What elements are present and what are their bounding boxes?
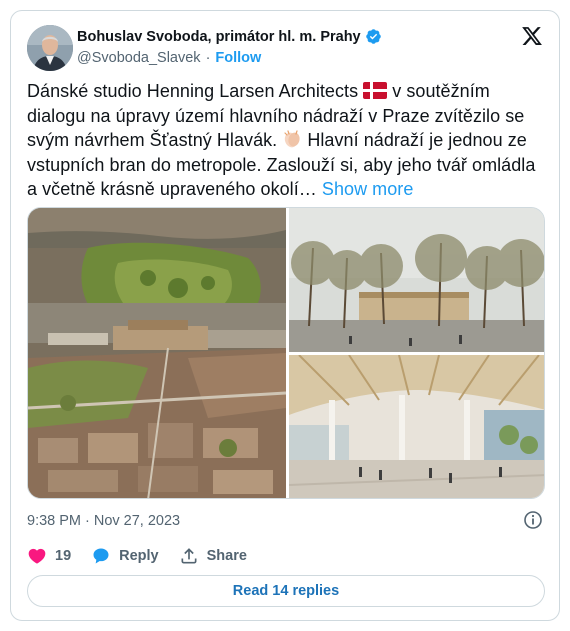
follow-button[interactable]: Follow [215, 50, 261, 66]
verified-badge-icon [365, 28, 382, 45]
author-info: Bohuslav Svoboda, primátor hl. m. Prahy … [77, 28, 382, 66]
station-plaza-image[interactable] [289, 208, 544, 352]
reply-button[interactable]: Reply [91, 546, 159, 566]
tweet-text-part: Dánské studio Henning Larsen Architects [27, 81, 364, 101]
tweet-timestamp[interactable]: 9:38 PM · Nov 27, 2023 [27, 513, 180, 529]
tweet-time: 9:38 PM [27, 513, 81, 529]
like-count: 19 [55, 548, 72, 564]
author-avatar[interactable] [27, 25, 73, 71]
share-button[interactable]: Share [179, 546, 247, 566]
heart-icon [28, 548, 46, 564]
author-name[interactable]: Bohuslav Svoboda, primátor hl. m. Prahy [77, 29, 361, 45]
share-upload-icon [181, 548, 197, 564]
reply-bubble-icon [93, 548, 109, 564]
info-icon[interactable] [523, 510, 543, 530]
read-replies-button[interactable]: Read 14 replies [27, 575, 545, 607]
tweet-text: Dánské studio Henning Larsen Architects … [27, 79, 549, 202]
tweet-date: Nov 27, 2023 [93, 513, 181, 529]
author-handle[interactable]: @Svoboda_Slavek [77, 50, 201, 66]
tweet-card: Bohuslav Svoboda, primátor hl. m. Prahy … [10, 10, 560, 621]
denmark-flag-icon [363, 81, 388, 99]
share-label: Share [206, 548, 247, 564]
aerial-city-image[interactable] [28, 208, 287, 498]
x-logo-icon[interactable] [521, 25, 543, 47]
clapping-hands-icon [282, 129, 302, 149]
separator-dot: · [205, 50, 211, 66]
show-more-link[interactable]: Show more [322, 179, 414, 199]
like-button[interactable]: 19 [27, 546, 71, 566]
reply-label: Reply [119, 548, 159, 564]
separator-dot: · [85, 513, 90, 529]
station-hall-image[interactable] [288, 354, 544, 498]
action-bar: 19 Reply Share [27, 546, 267, 566]
media-grid [27, 207, 545, 499]
